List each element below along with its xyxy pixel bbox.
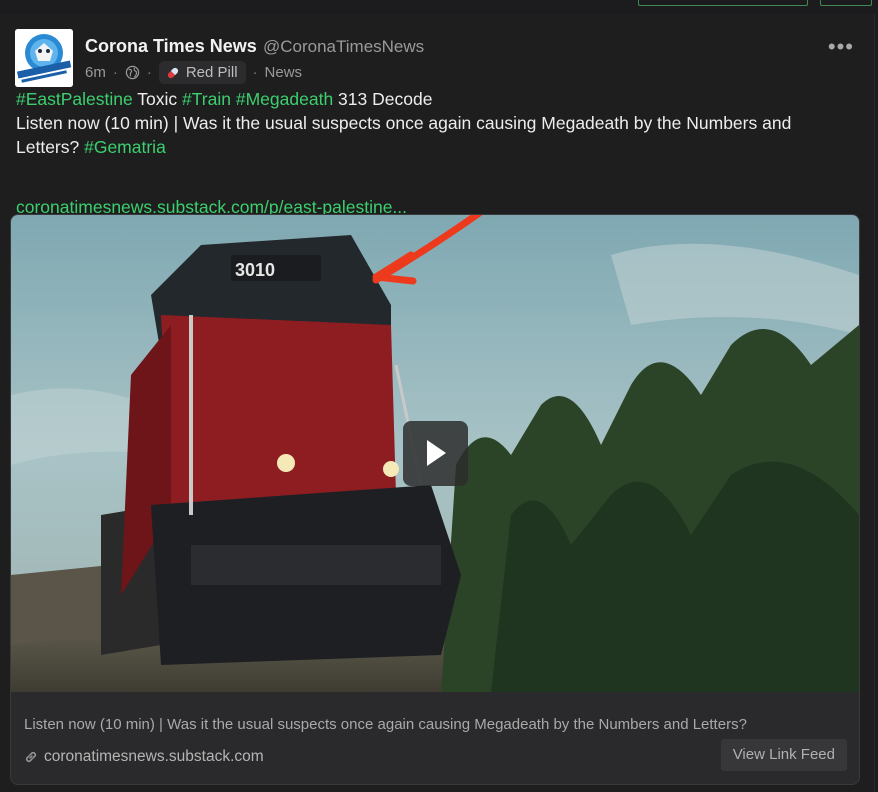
timestamp[interactable]: 6m bbox=[85, 64, 106, 81]
hashtag-east-palestine[interactable]: #EastPalestine bbox=[16, 89, 133, 109]
globe-icon bbox=[125, 65, 140, 80]
more-options-button[interactable]: ••• bbox=[828, 36, 854, 58]
top-toolbar bbox=[638, 0, 872, 6]
meta-separator: · bbox=[252, 64, 258, 81]
link-icon bbox=[25, 751, 37, 763]
post-line-2: Listen now (10 min) | Was it the usual s… bbox=[16, 111, 856, 159]
meta-separator: · bbox=[146, 64, 152, 81]
red-pill-icon bbox=[167, 67, 178, 78]
domain-label: coronatimesnews.substack.com bbox=[44, 748, 264, 765]
category-label[interactable]: News bbox=[265, 64, 303, 81]
link-preview-footer: Listen now (10 min) | Was it the usual s… bbox=[11, 692, 859, 784]
link-preview-card[interactable]: 3010 Listen now (10 min) | Was it the us… bbox=[10, 214, 860, 785]
body-text: Toxic bbox=[132, 89, 183, 109]
hashtag-gematria[interactable]: #Gematria bbox=[84, 137, 166, 157]
link-preview-domain[interactable]: coronatimesnews.substack.com bbox=[24, 748, 264, 766]
author-handle[interactable]: @CoronaTimesNews bbox=[263, 37, 424, 57]
hashtag-megadeath[interactable]: #Megadeath bbox=[236, 89, 333, 109]
play-icon bbox=[427, 440, 446, 466]
top-action-button[interactable] bbox=[638, 0, 808, 6]
corona-times-logo bbox=[15, 29, 73, 87]
avatar[interactable] bbox=[15, 29, 73, 87]
red-pill-badge[interactable]: Red Pill bbox=[158, 61, 246, 84]
play-button[interactable] bbox=[403, 421, 468, 486]
view-link-feed-button[interactable]: View Link Feed bbox=[720, 739, 847, 771]
locomotive-number: 3010 bbox=[235, 260, 275, 280]
post-body: #EastPalestine Toxic #Train #Megadeath 3… bbox=[16, 87, 856, 159]
post-card: Corona Times News @CoronaTimesNews 6m · … bbox=[0, 14, 875, 792]
author-name[interactable]: Corona Times News bbox=[85, 36, 257, 57]
post-line-1: #EastPalestine Toxic #Train #Megadeath 3… bbox=[16, 87, 856, 111]
top-secondary-button[interactable] bbox=[820, 0, 872, 6]
badge-label: Red Pill bbox=[185, 64, 238, 81]
hashtag-train[interactable]: #Train bbox=[182, 89, 231, 109]
link-preview-title[interactable]: Listen now (10 min) | Was it the usual s… bbox=[24, 716, 747, 733]
post-meta: 6m · · Red Pill · News bbox=[85, 61, 302, 84]
meta-separator: · bbox=[112, 64, 118, 81]
body-text: 313 Decode bbox=[333, 89, 433, 109]
